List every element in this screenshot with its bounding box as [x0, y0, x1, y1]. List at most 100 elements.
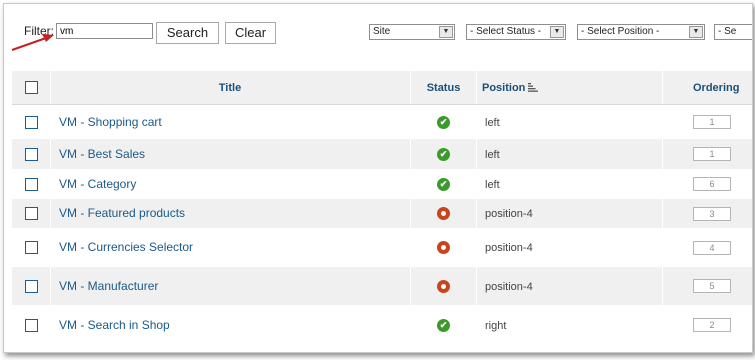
site-select[interactable]: Site ▼ [369, 24, 455, 40]
position-cell: position-4 [476, 266, 663, 305]
ordering-input[interactable]: 4 [693, 240, 731, 255]
row-checkbox-cell [12, 266, 51, 305]
status-select-value: - Select Status - [470, 26, 542, 37]
ordering-input[interactable]: 2 [693, 318, 731, 332]
sort-ascending-icon [528, 83, 539, 92]
row-checkbox[interactable] [24, 207, 38, 221]
search-button[interactable]: Search [156, 22, 219, 44]
title-cell: VM - Manufacturer [50, 266, 411, 305]
title-cell: VM - Best Sales [50, 138, 411, 169]
module-manager-panel: Filter: Search Clear Site ▼ - Select Sta… [3, 3, 753, 353]
position-text: left [485, 178, 500, 191]
title-cell: VM - Shopping cart [50, 104, 411, 139]
status-cell [410, 266, 477, 305]
position-cell: left [476, 104, 663, 139]
position-cell: left [476, 138, 663, 169]
row-checkbox-cell [12, 227, 51, 267]
ordering-cell: 1 [662, 138, 752, 169]
ordering-cell: 1 [662, 104, 752, 139]
title-cell: VM - Featured products [50, 198, 411, 228]
status-cell: ✔ [410, 304, 477, 345]
table-header-row: Title Status Position Ordering [12, 71, 752, 105]
chevron-down-icon: ▼ [439, 26, 453, 38]
ordering-input[interactable]: 5 [693, 279, 731, 293]
ordering-cell: 5 [662, 266, 752, 305]
ordering-cell: 3 [662, 198, 752, 228]
module-title-link[interactable]: VM - Best Sales [59, 147, 145, 161]
check-circle-icon[interactable]: ✔ [437, 115, 450, 129]
site-select-value: Site [373, 26, 391, 37]
title-cell: VM - Search in Shop [50, 304, 411, 345]
row-checkbox[interactable] [24, 318, 38, 332]
filter-bar: Filter: Search Clear Site ▼ - Select Sta… [4, 4, 752, 64]
table-row: VM - Shopping cart ✔ left 1 [12, 104, 752, 139]
check-circle-icon[interactable]: ✔ [437, 177, 450, 191]
extra-select[interactable]: - Se [714, 24, 752, 40]
position-header[interactable]: Position [476, 71, 663, 105]
module-title-link[interactable]: VM - Search in Shop [59, 318, 170, 332]
position-cell: position-4 [476, 227, 663, 267]
position-cell: left [476, 168, 663, 199]
position-select-value: - Select Position - [581, 26, 660, 37]
modules-table: Title Status Position Ordering VM - Shop… [12, 71, 752, 345]
position-text: right [485, 319, 507, 332]
table-row: VM - Category ✔ left 6 [12, 168, 752, 199]
module-title-link[interactable]: VM - Manufacturer [59, 279, 158, 293]
status-cell: ✔ [410, 104, 477, 139]
chevron-down-icon: ▼ [689, 26, 703, 38]
position-cell: position-4 [476, 198, 663, 228]
position-cell: right [476, 304, 663, 345]
module-title-link[interactable]: VM - Featured products [59, 206, 185, 220]
red-arrow-icon [11, 34, 54, 52]
position-select[interactable]: - Select Position - ▼ [577, 24, 705, 40]
status-cell [410, 198, 477, 228]
ordering-input[interactable]: 6 [693, 177, 731, 191]
extra-select-value: - Se [718, 26, 737, 37]
table-row: VM - Currencies Selector position-4 4 [12, 227, 752, 267]
row-checkbox-cell [12, 168, 51, 199]
position-text: position-4 [485, 208, 533, 220]
chevron-down-icon: ▼ [550, 26, 564, 38]
title-cell: VM - Currencies Selector [50, 227, 411, 267]
module-title-link[interactable]: VM - Currencies Selector [59, 240, 193, 254]
row-checkbox[interactable] [24, 177, 38, 191]
ordering-header[interactable]: Ordering [662, 71, 752, 105]
table-row: VM - Search in Shop ✔ right 2 [12, 304, 752, 345]
check-circle-icon[interactable]: ✔ [437, 147, 450, 161]
row-checkbox[interactable] [24, 147, 38, 161]
position-text: position-4 [485, 280, 533, 293]
ordering-input[interactable]: 1 [693, 115, 731, 130]
unpublished-circle-icon[interactable] [437, 241, 450, 255]
table-row: VM - Best Sales ✔ left 1 [12, 138, 752, 169]
ordering-input[interactable]: 1 [693, 147, 731, 161]
status-header[interactable]: Status [410, 71, 477, 105]
status-select[interactable]: - Select Status - ▼ [466, 24, 566, 40]
clear-button[interactable]: Clear [225, 22, 276, 44]
row-checkbox-cell [12, 304, 51, 345]
position-text: position-4 [485, 242, 533, 254]
check-circle-icon[interactable]: ✔ [437, 318, 450, 332]
row-checkbox[interactable] [24, 241, 38, 255]
title-cell: VM - Category [50, 168, 411, 199]
row-checkbox-cell [12, 198, 51, 228]
position-text: left [485, 116, 500, 129]
module-title-link[interactable]: VM - Category [59, 177, 136, 191]
status-cell [410, 227, 477, 267]
row-checkbox-cell [12, 138, 51, 169]
row-checkbox[interactable] [24, 115, 38, 129]
ordering-cell: 4 [662, 227, 752, 267]
row-checkbox[interactable] [24, 279, 38, 293]
table-row: VM - Manufacturer position-4 5 [12, 266, 752, 305]
unpublished-circle-icon[interactable] [437, 279, 450, 293]
row-checkbox-cell [12, 104, 51, 139]
unpublished-circle-icon[interactable] [437, 207, 450, 221]
ordering-cell: 6 [662, 168, 752, 199]
title-header[interactable]: Title [50, 71, 411, 105]
ordering-cell: 2 [662, 304, 752, 345]
table-row: VM - Featured products position-4 3 [12, 198, 752, 228]
status-cell: ✔ [410, 138, 477, 169]
position-text: left [485, 148, 500, 161]
ordering-input[interactable]: 3 [693, 206, 731, 221]
module-title-link[interactable]: VM - Shopping cart [59, 115, 162, 129]
status-cell: ✔ [410, 168, 477, 199]
